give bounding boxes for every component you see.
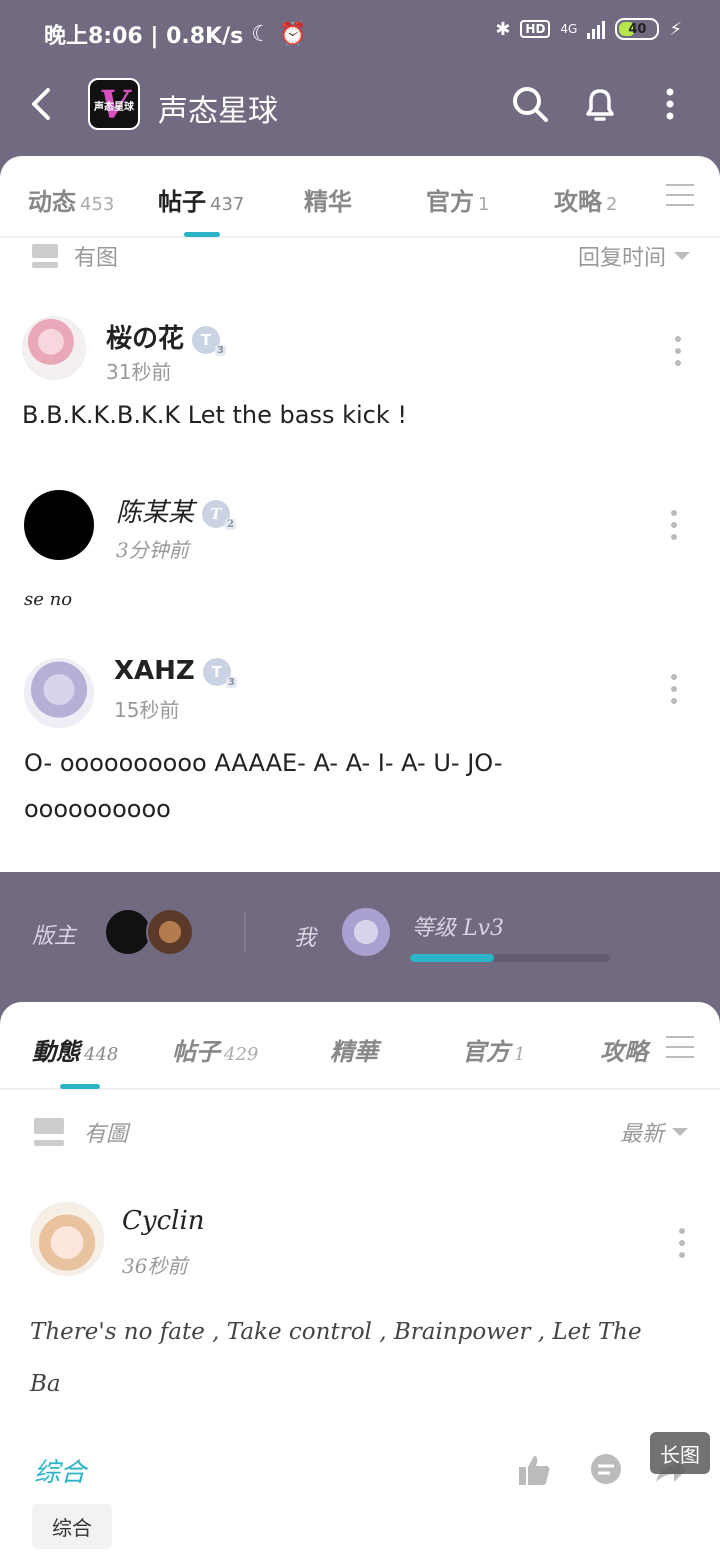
list-icon[interactable] [666,1036,694,1060]
tab-official[interactable]: 官方 1 [462,1032,525,1067]
image-filter-icon[interactable] [34,1118,64,1146]
tab-indicator [184,232,220,237]
post-time: 3分钟前 [116,538,189,562]
post-username: Cyclin [122,1206,205,1236]
category-chip[interactable]: 综合 [32,1504,112,1549]
more-options-icon[interactable] [678,1228,686,1258]
tab-guides[interactable]: 攻略 [600,1032,648,1067]
sort-dropdown[interactable]: 回复时间 [578,240,690,272]
avatar[interactable] [24,490,94,560]
post-time: 15秒前 [114,698,180,722]
more-options-icon[interactable] [674,336,682,366]
status-left: 晚上8:06 | 0.8K/s ☾ ⏰ [44,18,306,50]
has-image-filter[interactable]: 有图 [74,240,118,272]
post-content: se no [24,589,73,610]
back-arrow-icon[interactable] [26,84,56,124]
tab-dynamic[interactable]: 動態 448 [32,1032,118,1067]
list-icon[interactable] [666,184,694,208]
more-vertical-icon[interactable] [650,84,690,124]
more-options-icon[interactable] [670,674,678,704]
status-right: ✱ HD 4G 40 ⚡ [495,18,682,40]
image-filter-icon[interactable] [32,244,58,268]
filter-row: 有圖 最新 [0,1116,720,1156]
my-avatar[interactable] [340,906,392,958]
post-content: There's no fate , Take control , Brainpo… [30,1319,642,1345]
comment-icon[interactable] [588,1452,624,1488]
chevron-down-icon [672,1128,688,1136]
list-item[interactable]: XAHZ T 3 15秒前 O- oooooooooo AAAAE- A- A- I… [0,652,720,832]
post-content: O- oooooooooo AAAAE- A- A- I- A- U- JO- [24,749,503,777]
divider [244,912,246,952]
post-content-line2: Ba [30,1371,61,1397]
level-badge-icon: T3 [192,325,227,356]
list-item[interactable]: 陈某某 T 2 3分钟前 se no [0,484,720,624]
has-image-filter[interactable]: 有圖 [84,1116,128,1148]
charging-icon: ⚡ [669,18,682,40]
tab-bar: 動態 448 帖子 429 精華 官方 1 攻略 [0,1002,720,1090]
tab-posts[interactable]: 帖子 437 [158,182,244,217]
battery-level: 40 [628,21,647,37]
network-label: 4G [560,22,578,36]
tab-guides[interactable]: 攻略 2 [554,182,617,217]
alarm-icon: ⏰ [278,21,307,47]
post-username: XAHZ T 3 [114,656,237,688]
moderator-label: 版主 [32,924,77,949]
level-label: 等级 Lv3 [412,916,505,941]
level-badge-icon: T3 [202,657,237,688]
tab-dynamic[interactable]: 动态 453 [28,182,114,217]
post-content: B.B.K.K.B.K.K Let the bass kick ! [22,401,408,429]
me-label: 我 [294,926,317,951]
chevron-down-icon [674,252,690,260]
avatar[interactable] [30,1202,104,1276]
sort-dropdown[interactable]: 最新 [620,1116,688,1148]
avatar[interactable] [22,316,86,380]
tab-bar: 动态 453 帖子 437 精华 官方 1 攻略 2 [0,156,720,238]
filter-row: 有图 回复时间 [0,240,720,280]
moderator-avatar[interactable] [104,908,152,956]
feed-card-handwritten: 動態 448 帖子 429 精華 官方 1 攻略 有圖 最新 Cyclin 36秒前 … [0,1002,720,1560]
moderator-avatar[interactable] [146,908,194,956]
hd-badge: HD [520,20,551,38]
battery-icon: 40 [615,18,660,40]
tab-indicator [60,1084,100,1089]
status-bar: 晚上8:06 | 0.8K/s ☾ ⏰ ✱ HD 4G 40 ⚡ [0,0,720,66]
bluetooth-icon: ✱ [495,18,511,40]
signal-icon [587,19,606,39]
tab-posts[interactable]: 帖子 429 [172,1032,258,1067]
level-badge-icon: T2 [202,500,237,530]
list-item[interactable]: Cyclin 36秒前 There's no fate , Take contr… [0,1198,720,1448]
post-time: 36秒前 [122,1254,188,1278]
bell-icon[interactable] [580,84,620,124]
feed-card: 动态 453 帖子 437 精华 官方 1 攻略 2 有图 回复时间 桜の花 T 3 31秒… [0,156,720,872]
post-time: 31秒前 [106,360,172,384]
avatar[interactable] [24,658,94,728]
status-time: 晚上8:06 | 0.8K/s [44,24,244,49]
category-tag[interactable]: 综合 [34,1452,86,1489]
post-username: 陈某某 T 2 [116,498,237,530]
tab-official[interactable]: 官方 1 [426,182,489,217]
like-icon[interactable] [516,1452,552,1488]
long-image-button[interactable]: 长图 [650,1432,710,1474]
tab-featured[interactable]: 精華 [330,1032,378,1067]
list-item[interactable]: 桜の花 T 3 31秒前 B.B.K.K.B.K.K Let the bass ki… [0,306,720,446]
app-header: V 声态星球 声态星球 [0,66,720,156]
tab-featured[interactable]: 精华 [304,182,352,217]
level-progress-bar [410,954,610,962]
community-title: 声态星球 [158,94,278,129]
more-options-icon[interactable] [670,510,678,540]
post-content-line2: oooooooooo [24,795,171,823]
moon-icon: ☾ [251,21,271,47]
moderator-band: 版主 我 等级 Lv3 [0,872,720,1002]
search-icon[interactable] [510,84,550,124]
community-logo[interactable]: V 声态星球 [88,78,140,130]
post-username: 桜の花 T 3 [106,324,227,356]
